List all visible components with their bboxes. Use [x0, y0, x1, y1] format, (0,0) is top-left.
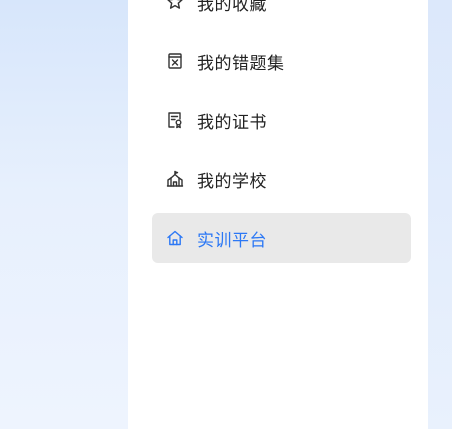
side-menu-panel: 我的收藏 我的错题集 我的证书 我的学校 实训平台 — [128, 0, 428, 429]
star-icon — [166, 0, 184, 11]
menu-item-label: 我的错题集 — [197, 53, 285, 74]
app-background: 我的收藏 我的错题集 我的证书 我的学校 实训平台 — [0, 0, 452, 429]
right-background-strip — [428, 0, 452, 429]
menu-item-label: 我的收藏 — [197, 0, 267, 15]
menu-item-training-platform[interactable]: 实训平台 — [152, 213, 411, 263]
certificate-icon — [166, 111, 184, 129]
menu-item-label: 实训平台 — [197, 230, 267, 251]
menu-item-label: 我的学校 — [197, 171, 267, 192]
home-icon — [166, 229, 184, 247]
error-book-icon — [166, 52, 184, 70]
school-icon — [166, 170, 184, 188]
menu-item-favorites[interactable]: 我的收藏 — [152, 0, 411, 27]
side-menu: 我的收藏 我的错题集 我的证书 我的学校 实训平台 — [152, 0, 411, 272]
menu-item-error-book[interactable]: 我的错题集 — [152, 36, 411, 86]
menu-item-school[interactable]: 我的学校 — [152, 154, 411, 204]
menu-item-label: 我的证书 — [197, 112, 267, 133]
menu-item-certificates[interactable]: 我的证书 — [152, 95, 411, 145]
